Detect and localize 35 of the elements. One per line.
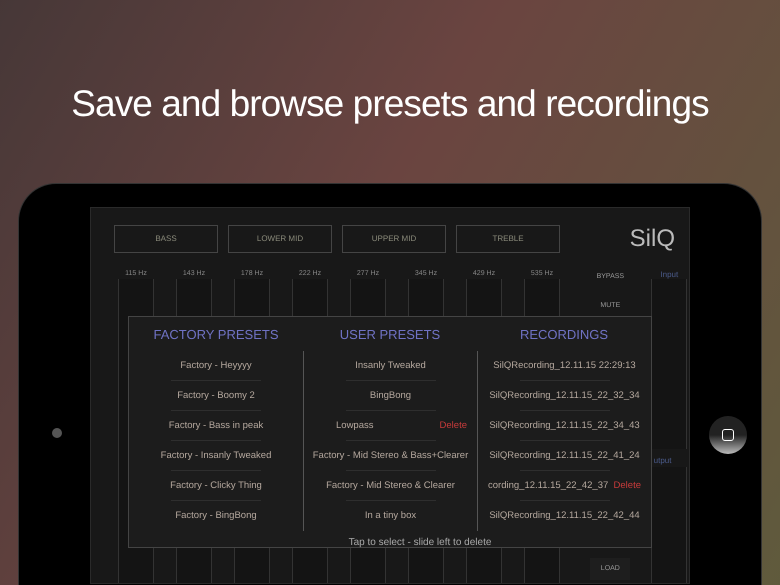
home-button[interactable] bbox=[709, 416, 747, 454]
slider-track[interactable] bbox=[651, 279, 688, 449]
band-button[interactable]: TREBLE bbox=[456, 225, 560, 253]
band-button[interactable]: LOWER MID bbox=[228, 225, 332, 253]
list-item[interactable]: SilQRecording_12.11.15_22_42_44 bbox=[489, 508, 640, 524]
list-item[interactable]: SilQRecording_12.11.15 22:29:13 bbox=[493, 358, 636, 374]
list-item[interactable]: cording_12.11.15_22_42_37 bbox=[488, 478, 608, 494]
list-item[interactable]: Factory - BingBong bbox=[175, 508, 257, 524]
list-item[interactable]: Factory - Clicky Thing bbox=[170, 478, 262, 494]
column-heading: RECORDINGS bbox=[520, 326, 608, 344]
column-heading: USER PRESETS bbox=[340, 326, 440, 344]
list-item[interactable]: BingBong bbox=[370, 388, 412, 404]
list-item[interactable]: Insanly Tweaked bbox=[355, 358, 426, 374]
list-item[interactable]: Factory - Bass in peak bbox=[168, 418, 264, 434]
list-item[interactable]: In a tiny box bbox=[364, 508, 416, 524]
band-button[interactable]: BASS bbox=[114, 225, 218, 253]
headline: Save and browse presets and recordings bbox=[71, 82, 709, 126]
column-heading: FACTORY PRESETS bbox=[154, 326, 278, 344]
list-item[interactable]: Factory - Heyyyy bbox=[180, 358, 252, 374]
square-icon bbox=[722, 429, 734, 441]
list-item[interactable]: Factory - Insanly Tweaked bbox=[160, 448, 272, 464]
list-item[interactable]: Factory - Mid Stereo & Clearer bbox=[326, 478, 455, 494]
slider-track[interactable] bbox=[651, 467, 688, 583]
list-item[interactable]: Lowpass bbox=[336, 418, 374, 434]
list-item[interactable]: Factory - Mid Stereo & Bass+Clearer bbox=[312, 448, 468, 464]
camera-icon bbox=[52, 428, 62, 438]
list-item[interactable]: Factory - Boomy 2 bbox=[177, 388, 255, 404]
input-label: Input bbox=[660, 269, 678, 279]
list-item[interactable]: SilQRecording_12.11.15_22_32_34 bbox=[489, 388, 640, 404]
band-button[interactable]: UPPER MID bbox=[342, 225, 446, 253]
list-item[interactable]: SilQRecording_12.11.15_22_34_43 bbox=[489, 418, 640, 434]
hint-text: Tap to select - slide left to delete bbox=[348, 536, 492, 550]
list-item[interactable]: SilQRecording_12.11.15_22_41_24 bbox=[489, 448, 640, 464]
app-logo: SilQ bbox=[630, 224, 675, 254]
output-label: utput bbox=[652, 455, 672, 467]
